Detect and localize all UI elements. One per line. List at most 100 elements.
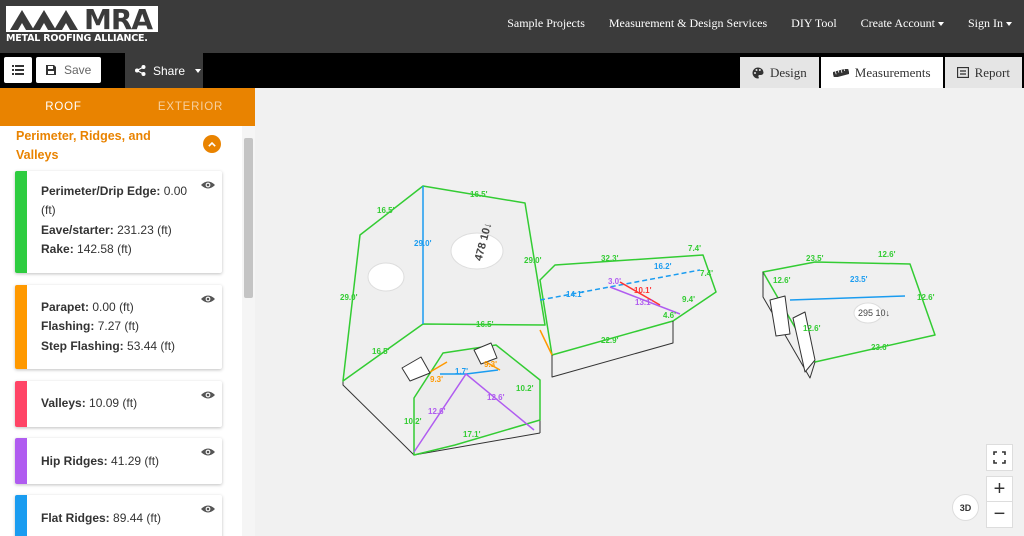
measurement-label: 9.4' <box>682 295 695 304</box>
measurement-label: 29.0' <box>340 293 358 302</box>
nav-diy-tool[interactable]: DIY Tool <box>791 16 837 31</box>
measurement-card-flashing: Parapet: 0.00 (ft) Flashing: 7.27 (ft) S… <box>15 285 222 369</box>
logo-mra-text: MRA <box>84 3 153 36</box>
tab-exterior[interactable]: EXTERIOR <box>127 88 254 126</box>
eye-icon[interactable] <box>201 390 215 400</box>
nav-create-account-label: Create Account <box>860 15 935 30</box>
measure-value: 10.09 (ft) <box>89 396 138 410</box>
logo-subtitle: METAL ROOFING ALLIANCE. <box>6 33 148 44</box>
tab-report[interactable]: Report <box>944 57 1022 88</box>
measurement-label: 29.0' <box>414 239 432 248</box>
nav-sign-in[interactable]: Sign In <box>968 16 1012 31</box>
section-title[interactable]: Perimeter, Ridges, and Valleys <box>16 127 176 165</box>
tab-design-label: Design <box>769 64 807 80</box>
measurement-label: 17.1' <box>463 430 481 439</box>
eye-icon[interactable] <box>201 294 215 304</box>
tab-measurements-label: Measurements <box>854 64 931 80</box>
eye-icon[interactable] <box>201 180 215 190</box>
measurement-label: 12.6' <box>487 393 505 402</box>
measurement-label: 4.6' <box>663 311 676 320</box>
nav-measurement-design-services[interactable]: Measurement & Design Services <box>609 16 767 31</box>
nav-links: Sample Projects Measurement & Design Ser… <box>507 0 1012 46</box>
measurement-label: 32.3' <box>601 254 619 263</box>
measure-label: Perimeter/Drip Edge: <box>41 184 161 198</box>
measurement-label: 12.6' <box>803 324 821 333</box>
measurement-label: 29.0' <box>524 256 542 265</box>
3d-view-button[interactable]: 3D <box>952 494 979 521</box>
facet-label-295: 295 10↓ <box>858 308 890 318</box>
measurement-label: 16.5' <box>476 320 494 329</box>
sidebar-tabs: ROOF EXTERIOR <box>0 88 255 126</box>
measurement-card-perimeter: Perimeter/Drip Edge: 0.00 (ft) Eave/star… <box>15 171 222 273</box>
list-menu-button[interactable] <box>4 57 32 83</box>
facet-label-bg <box>367 262 405 292</box>
view-tabs: Design Measurements Report <box>739 57 1022 88</box>
toolbar: Save Share Design Measurements Report <box>0 53 1024 88</box>
roof-model[interactable]: 478 10↓ 295 10↓ 16.5'16.5'29.0'29.0'29.0… <box>255 88 1024 536</box>
measurement-label: 23.6' <box>871 343 889 352</box>
measurement-label: 14.1' <box>566 290 584 299</box>
floppy-disk-icon <box>46 65 56 75</box>
chevron-down-icon <box>1006 21 1012 26</box>
zoom-out-button[interactable]: − <box>986 501 1013 528</box>
color-bar-red <box>15 381 27 427</box>
measurement-label: 10.1' <box>634 286 652 295</box>
eye-icon[interactable] <box>201 447 215 457</box>
color-bar-purple <box>15 438 27 484</box>
measurement-label: 3.0' <box>608 277 621 286</box>
measurement-label: 12.6' <box>428 407 446 416</box>
measurement-card-hip-ridges: Hip Ridges: 41.29 (ft) <box>15 438 222 484</box>
tab-design[interactable]: Design <box>739 57 819 88</box>
top-navbar: MRA METAL ROOFING ALLIANCE. Sample Proje… <box>0 0 1024 53</box>
measure-value: 142.58 (ft) <box>77 241 132 256</box>
expand-icon <box>993 451 1006 464</box>
measurement-card-valleys: Valleys: 10.09 (ft) <box>15 381 222 427</box>
measure-label: Valleys: <box>41 396 86 410</box>
measurement-label: 13.1' <box>635 298 653 307</box>
share-button[interactable]: Share <box>125 53 203 88</box>
save-label: Save <box>64 63 92 77</box>
logo-box: MRA <box>6 3 158 36</box>
report-icon <box>956 67 969 78</box>
chevron-down-icon <box>937 21 944 26</box>
measurement-label: 7.4' <box>688 244 701 253</box>
scrollbar-thumb[interactable] <box>244 138 253 298</box>
tab-measurements[interactable]: Measurements <box>820 57 943 88</box>
measure-label: Eave/starter: <box>41 222 114 237</box>
chevron-up-icon <box>208 141 216 147</box>
measurements-sidebar: ROOF EXTERIOR Perimeter, Ridges, and Val… <box>0 88 255 536</box>
measurement-label: 16.5' <box>470 190 488 199</box>
measure-label: Flashing: <box>41 319 95 334</box>
collapse-section-button[interactable] <box>203 135 221 153</box>
color-bar-orange <box>15 285 27 369</box>
ruler-icon <box>832 68 849 77</box>
share-icon <box>135 65 146 76</box>
zoom-in-button[interactable]: + <box>986 476 1013 503</box>
measurement-label: 9.3' <box>430 375 443 384</box>
measure-label: Rake: <box>41 241 74 256</box>
nav-sample-projects[interactable]: Sample Projects <box>507 16 585 31</box>
nav-sign-in-label: Sign In <box>967 15 1003 30</box>
fullscreen-button[interactable] <box>986 444 1013 471</box>
eye-icon[interactable] <box>201 504 215 514</box>
measure-value: 41.29 (ft) <box>111 454 160 468</box>
measure-label: Step Flashing: <box>41 338 124 353</box>
color-bar-blue <box>15 495 27 536</box>
measure-label: Hip Ridges: <box>41 454 108 468</box>
measure-label: Parapet: <box>41 300 90 314</box>
nav-create-account[interactable]: Create Account <box>861 16 944 31</box>
measure-value: 89.44 (ft) <box>113 511 162 525</box>
measurement-label: 10.2' <box>404 417 422 426</box>
card-text: Flat Ridges: 89.44 (ft) <box>41 509 200 528</box>
tab-roof[interactable]: ROOF <box>0 88 127 126</box>
measure-value: 7.27 (ft) <box>97 319 140 334</box>
measurement-label: 16.5' <box>372 347 390 356</box>
measurement-label: 23.5' <box>850 275 868 284</box>
measurement-label: 12.6' <box>773 276 791 285</box>
measurement-label: 23.5' <box>806 254 824 263</box>
measurement-label: 7.4' <box>700 269 713 278</box>
roof-3d-viewer[interactable]: 478 10↓ 295 10↓ 16.5' 16.5' 29.0' 29.0' 29.0… <box>255 88 1024 536</box>
measure-label: Flat Ridges: <box>41 511 110 525</box>
mra-logo[interactable]: MRA METAL ROOFING ALLIANCE. <box>6 4 166 48</box>
save-button[interactable]: Save <box>36 57 101 83</box>
